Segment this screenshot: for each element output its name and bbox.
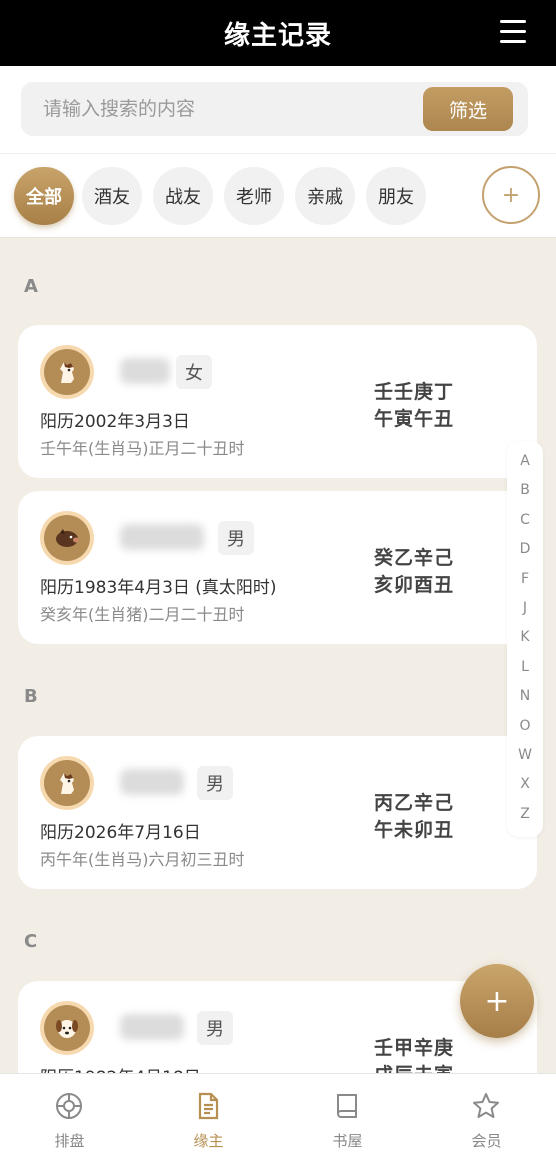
boar-icon (44, 515, 90, 561)
tab-label: 书屋 (332, 1132, 363, 1150)
tab-label: 缘主 (193, 1132, 224, 1150)
index-letter[interactable]: X (507, 776, 543, 792)
solar-date: 阳历1983年4月3日 (真太阳时) (40, 578, 277, 598)
index-letter[interactable]: K (507, 629, 543, 645)
hamburger-menu-icon[interactable] (500, 20, 526, 44)
bazi-stems: 丙乙辛己 (374, 792, 455, 814)
page-title: 缘主记录 (223, 20, 332, 51)
avatar (40, 1001, 94, 1055)
avatar (40, 756, 94, 810)
contact-name-redacted (120, 524, 204, 550)
index-letter[interactable]: A (507, 453, 543, 469)
index-letter[interactable]: Z (507, 806, 543, 822)
section-letter-b: B (24, 686, 38, 707)
index-letter[interactable]: N (507, 688, 543, 704)
index-letter[interactable]: O (507, 718, 543, 734)
search-bar: 筛选 (0, 66, 556, 154)
tag-all[interactable]: 全部 (14, 167, 74, 225)
book-icon (337, 1094, 357, 1118)
tag-relative[interactable]: 亲戚 (295, 167, 355, 225)
bazi-stems: 癸乙辛己 (374, 547, 455, 569)
tab-huiyuan[interactable]: 会员 (417, 1074, 556, 1161)
bazi-branches: 午寅午丑 (374, 408, 455, 430)
horse-icon (44, 760, 90, 806)
tab-yuanzhu[interactable]: 缘主 (139, 1074, 278, 1161)
gender-badge: 女 (176, 355, 212, 389)
filter-button[interactable]: 筛选 (423, 87, 513, 131)
lunar-date: 癸亥年(生肖猪)二月二十丑时 (40, 605, 245, 624)
lunar-date: 丙午年(生肖马)六月初三丑时 (40, 850, 245, 869)
horse-icon (44, 349, 90, 395)
contact-card[interactable]: 男 阳历2026年7月16日 丙午年(生肖马)六月初三丑时 丙乙辛己 午未卯丑 (18, 736, 537, 889)
gender-badge: 男 (197, 766, 233, 800)
lunar-date: 壬午年(生肖马)正月二十丑时 (40, 439, 245, 458)
tab-label: 会员 (471, 1132, 502, 1150)
document-icon (198, 1092, 219, 1120)
index-letter[interactable]: F (507, 571, 543, 587)
contact-name-redacted (120, 358, 170, 384)
gender-badge: 男 (218, 521, 254, 555)
contact-card[interactable]: 男 阳历1983年4月3日 (真太阳时) 癸亥年(生肖猪)二月二十丑时 癸乙辛己… (18, 491, 537, 644)
contact-name-redacted (120, 769, 184, 795)
index-letter[interactable]: D (507, 541, 543, 557)
app-header: 缘主记录 (0, 0, 556, 66)
tag-friend[interactable]: 朋友 (366, 167, 426, 225)
index-letter[interactable]: L (507, 659, 543, 675)
compass-icon (56, 1093, 82, 1119)
search-input[interactable] (21, 82, 411, 136)
contact-name-redacted (120, 1014, 184, 1040)
avatar (40, 345, 94, 399)
tab-label: 排盘 (54, 1132, 85, 1150)
index-letter[interactable]: W (507, 747, 543, 763)
tab-shuwu[interactable]: 书屋 (278, 1074, 417, 1161)
index-letter[interactable]: B (507, 482, 543, 498)
avatar (40, 511, 94, 565)
section-letter-c: C (24, 931, 38, 952)
bazi-branches: 亥卯酉丑 (374, 574, 455, 596)
dog-icon (44, 1005, 90, 1051)
bazi-branches: 午未卯丑 (374, 819, 455, 841)
tag-teacher[interactable]: 老师 (224, 167, 284, 225)
bottom-tab-bar: 排盘 缘主 书屋 会员 (0, 1073, 556, 1161)
star-icon (473, 1093, 499, 1118)
tag-filter-bar: 全部 酒友 战友 老师 亲戚 朋友 + (0, 154, 556, 238)
bazi-stems: 壬壬庚丁 (374, 381, 455, 403)
index-letter[interactable]: C (507, 512, 543, 528)
index-letter[interactable]: J (507, 600, 543, 616)
bazi-stems: 壬甲辛庚 (374, 1037, 455, 1059)
tag-comrade[interactable]: 战友 (153, 167, 213, 225)
alphabet-index: A B C D F J K L N O W X Z (507, 441, 543, 837)
add-contact-button[interactable]: + (460, 964, 534, 1038)
solar-date: 阳历2026年7月16日 (40, 823, 201, 843)
search-box: 筛选 (21, 82, 528, 136)
tab-paipan[interactable]: 排盘 (0, 1074, 139, 1161)
section-letter-a: A (24, 276, 38, 297)
solar-date: 阳历2002年3月3日 (40, 412, 190, 432)
add-tag-button[interactable]: + (482, 166, 540, 224)
tag-drinking-buddy[interactable]: 酒友 (82, 167, 142, 225)
gender-badge: 男 (197, 1011, 233, 1045)
contact-card[interactable]: 女 阳历2002年3月3日 壬午年(生肖马)正月二十丑时 壬壬庚丁 午寅午丑 (18, 325, 537, 478)
